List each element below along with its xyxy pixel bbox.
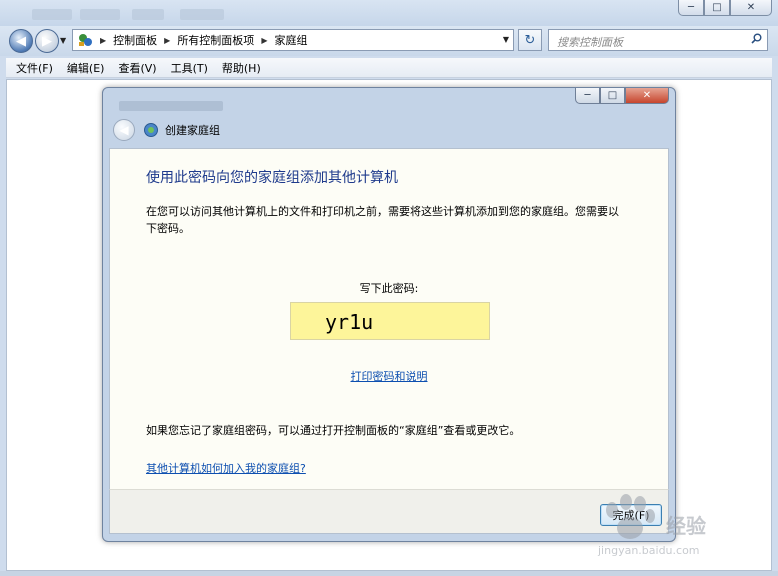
- menu-file[interactable]: 文件(F): [16, 60, 53, 76]
- ghost-title-text: [32, 9, 72, 20]
- dialog-minimize-button[interactable]: ─: [575, 88, 600, 104]
- minimize-icon: ─: [687, 2, 695, 13]
- breadcrumb-separator[interactable]: ▶: [100, 36, 106, 45]
- dialog-title: 创建家庭组: [165, 124, 220, 137]
- menu-tools[interactable]: 工具(T): [171, 60, 208, 76]
- watermark-url: jingyan.baidu.com: [598, 544, 700, 557]
- close-icon: ✕: [746, 2, 756, 13]
- maximize-icon: □: [712, 2, 722, 13]
- watermark-text: 经验: [666, 514, 706, 538]
- paw-logo-icon: [606, 494, 655, 539]
- ghost-title-text: [80, 9, 120, 20]
- breadcrumb-separator[interactable]: ▶: [261, 36, 267, 45]
- dialog-footer: 完成(F): [109, 489, 669, 534]
- minimize-button[interactable]: ─: [678, 0, 704, 16]
- page-heading: 使用此密码向您的家庭组添加其他计算机: [146, 170, 398, 186]
- print-password-link[interactable]: 打印密码和说明: [110, 368, 668, 384]
- navigation-bar: ◀ ▶ ▼ ▶ 控制面板 ▶ 所有控制面板项 ▶ 家庭组 ▼ ↻ 搜索控制面板: [0, 26, 778, 56]
- menu-help[interactable]: 帮助(H): [222, 60, 261, 76]
- window-controls: ─ □ ✕: [678, 0, 772, 16]
- close-button[interactable]: ✕: [730, 0, 772, 16]
- create-homegroup-dialog: ─ □ ✕ ◀ 创建家庭组 使用此密码向您的家庭组添加其他计算机 在您可以访问其…: [102, 87, 676, 542]
- breadcrumb-all-items[interactable]: 所有控制面板项: [177, 32, 254, 48]
- menu-view[interactable]: 查看(V): [118, 60, 156, 76]
- back-button[interactable]: ◀: [9, 29, 33, 53]
- dialog-maximize-button[interactable]: □: [600, 88, 625, 104]
- back-arrow-icon: ◀: [119, 123, 129, 137]
- dialog-back-button[interactable]: ◀: [113, 119, 135, 141]
- control-panel-icon: [77, 32, 93, 48]
- title-bar: ─ □ ✕: [0, 0, 778, 26]
- baidu-watermark: 经验 jingyan.baidu.com: [598, 492, 774, 564]
- search-placeholder: 搜索控制面板: [557, 36, 623, 49]
- password-value: yr1u: [325, 310, 374, 334]
- minimize-icon: ─: [584, 90, 591, 101]
- address-bar[interactable]: ▶ 控制面板 ▶ 所有控制面板项 ▶ 家庭组 ▼: [72, 29, 514, 51]
- dialog-window-controls: ─ □ ✕: [575, 88, 669, 104]
- join-homegroup-help-link[interactable]: 其他计算机如何加入我的家庭组?: [146, 460, 306, 476]
- address-dropdown[interactable]: ▼: [503, 35, 509, 44]
- back-arrow-icon: ◀: [16, 33, 26, 49]
- forgot-password-text: 如果您忘记了家庭组密码，可以通过打开控制面板的“家庭组”查看或更改它。: [146, 424, 521, 437]
- dialog-close-button[interactable]: ✕: [625, 88, 669, 104]
- forward-arrow-icon: ▶: [42, 33, 52, 49]
- ghost-title-text: [180, 9, 224, 20]
- breadcrumb-homegroup[interactable]: 家庭组: [274, 32, 307, 48]
- ghost-title-text: [132, 9, 164, 20]
- close-icon: ✕: [642, 90, 652, 101]
- ghost-title-text: [119, 101, 223, 111]
- recent-pages-dropdown[interactable]: ▼: [60, 36, 66, 45]
- menu-bar: 文件(F) 编辑(E) 查看(V) 工具(T) 帮助(H): [6, 58, 772, 78]
- forward-button[interactable]: ▶: [35, 29, 59, 53]
- refresh-icon: ↻: [524, 32, 536, 48]
- breadcrumb-control-panel[interactable]: 控制面板: [113, 32, 157, 48]
- refresh-button[interactable]: ↻: [518, 29, 542, 51]
- menu-edit[interactable]: 编辑(E): [67, 60, 105, 76]
- dialog-header: ◀ 创建家庭组: [109, 114, 669, 146]
- maximize-icon: □: [607, 90, 618, 101]
- dialog-body: 使用此密码向您的家庭组添加其他计算机 在您可以访问其他计算机上的文件和打印机之前…: [109, 148, 669, 534]
- password-box: yr1u: [290, 302, 490, 340]
- breadcrumb-separator[interactable]: ▶: [164, 36, 170, 45]
- search-input[interactable]: 搜索控制面板: [548, 29, 768, 51]
- password-label: 写下此密码:: [359, 282, 419, 295]
- search-icon[interactable]: [751, 33, 762, 44]
- window-bottom-border: [0, 571, 778, 576]
- description-text: 在您可以访问其他计算机上的文件和打印机之前，需要将这些计算机添加到您的家庭组。您…: [146, 205, 619, 235]
- maximize-button[interactable]: □: [704, 0, 730, 16]
- homegroup-icon: [143, 122, 159, 138]
